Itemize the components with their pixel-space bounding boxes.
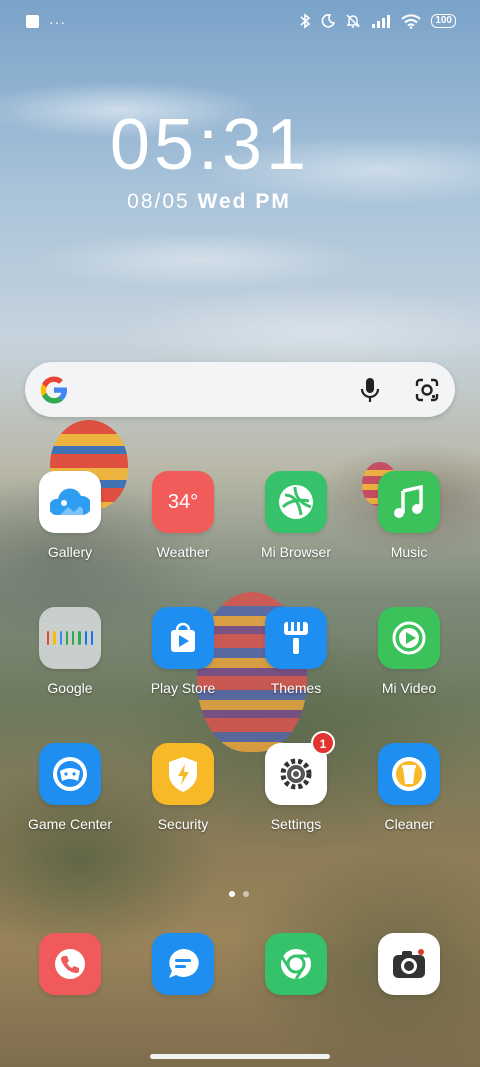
- wifi-icon: [401, 13, 422, 29]
- app-themes[interactable]: Themes: [241, 607, 351, 696]
- weekday-text: Wed: [197, 190, 248, 213]
- app-settings[interactable]: 1 Settings: [241, 731, 351, 832]
- status-bar: ··· 100: [0, 0, 480, 46]
- page-dot-active: [229, 891, 235, 897]
- folder-google[interactable]: Google: [15, 607, 125, 696]
- mi-video-icon: [378, 607, 440, 669]
- app-game-center[interactable]: Game Center: [15, 743, 125, 832]
- dock-camera[interactable]: [354, 933, 464, 995]
- ampm-text: PM: [255, 190, 291, 213]
- maps-mini-icon: [59, 631, 62, 645]
- app-label: Security: [157, 816, 209, 832]
- clock-time[interactable]: 05:31: [0, 104, 420, 186]
- security-icon: [152, 743, 214, 805]
- weather-icon: 34°: [152, 471, 214, 533]
- gmail-mini-icon: [47, 631, 50, 645]
- app-security[interactable]: Security: [128, 743, 238, 832]
- bluetooth-icon: [300, 13, 311, 29]
- mic-icon[interactable]: [357, 376, 383, 404]
- game-center-icon: [39, 743, 101, 805]
- photos-mini-icon: [78, 631, 81, 645]
- app-label: Google: [47, 680, 93, 696]
- app-music[interactable]: Music: [354, 471, 464, 560]
- bell-off-icon: [346, 14, 361, 28]
- app-square-icon: [26, 15, 39, 28]
- play-store-icon: [152, 607, 214, 669]
- app-label: Mi Video: [381, 680, 437, 696]
- app-label: Game Center: [27, 816, 113, 832]
- dock-messages[interactable]: [128, 933, 238, 995]
- moon-icon: [321, 14, 336, 28]
- app-label: Play Store: [150, 680, 216, 696]
- app-weather[interactable]: 34° Weather: [128, 471, 238, 560]
- files-mini-icon: [84, 631, 87, 645]
- assistant-mini-icon: [90, 631, 93, 645]
- google-lens-icon[interactable]: [413, 376, 441, 404]
- phone-icon: [39, 933, 101, 995]
- cleaner-icon: [378, 743, 440, 805]
- gmail-alt-mini-icon: [53, 631, 56, 645]
- app-label: Cleaner: [384, 816, 434, 832]
- dock-phone[interactable]: [15, 933, 125, 995]
- app-play-store[interactable]: Play Store: [128, 607, 238, 696]
- app-label: Settings: [270, 816, 322, 832]
- weather-temp: 34°: [167, 490, 199, 513]
- drive-mini-icon: [65, 631, 68, 645]
- mi-browser-icon: [265, 471, 327, 533]
- app-label: Themes: [270, 680, 322, 696]
- settings-icon: 1: [265, 731, 335, 805]
- notification-badge: 1: [311, 731, 335, 755]
- app-label: Mi Browser: [260, 544, 331, 560]
- app-mi-browser[interactable]: Mi Browser: [241, 471, 351, 560]
- app-mi-video[interactable]: Mi Video: [354, 607, 464, 696]
- battery-indicator: 100: [431, 14, 456, 28]
- dock-chrome[interactable]: [241, 933, 351, 995]
- app-cleaner[interactable]: Cleaner: [354, 743, 464, 832]
- page-dot: [243, 891, 249, 897]
- date-text: 08/05: [127, 190, 190, 213]
- home-gesture-bar[interactable]: [150, 1054, 330, 1059]
- themes-icon: [265, 607, 327, 669]
- google-g-icon: [40, 376, 67, 404]
- app-label: Music: [390, 544, 428, 560]
- app-label: Gallery: [47, 544, 93, 560]
- music-icon: [378, 471, 440, 533]
- app-label: Weather: [156, 544, 210, 560]
- google-folder-icon: [39, 607, 101, 669]
- signal-icon: [372, 15, 391, 28]
- more-dots-icon: ···: [49, 13, 66, 30]
- camera-icon: [378, 933, 440, 995]
- clock-date[interactable]: 08/05 Wed PM: [0, 190, 418, 214]
- meet-mini-icon: [72, 631, 75, 645]
- app-gallery[interactable]: Gallery: [15, 471, 125, 560]
- messages-icon: [152, 933, 214, 995]
- page-indicator[interactable]: [229, 891, 249, 897]
- gallery-icon: [39, 471, 101, 533]
- chrome-icon: [265, 933, 327, 995]
- google-search-bar[interactable]: [25, 362, 455, 417]
